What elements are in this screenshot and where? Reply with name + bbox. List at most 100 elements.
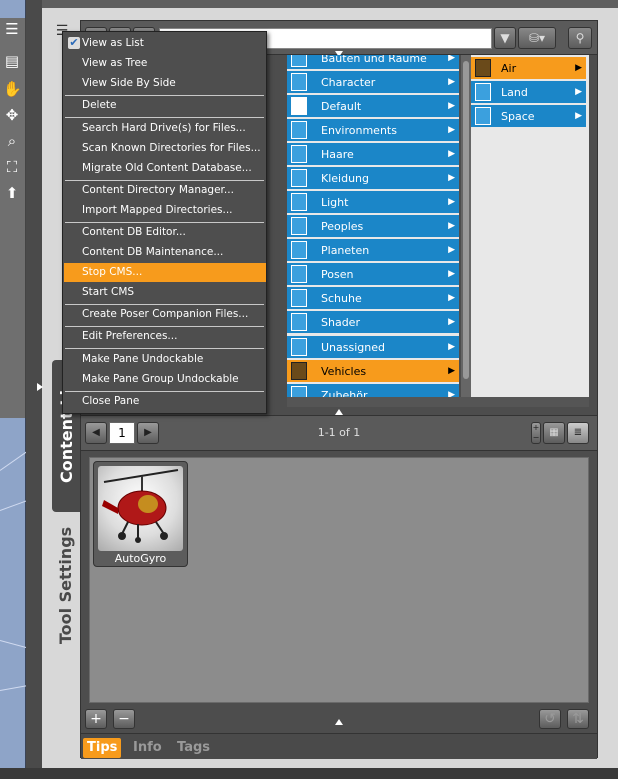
category-item[interactable]: Zubehör ▶ xyxy=(287,384,459,397)
horizontal-scrollbar[interactable] xyxy=(287,397,589,407)
category-item[interactable]: Shader ▶ xyxy=(287,311,459,333)
chat-icon[interactable]: ▤ xyxy=(3,52,21,70)
category-item-selected[interactable]: Vehicles ▶ xyxy=(287,360,459,382)
hand-icon[interactable]: ✋ xyxy=(3,80,22,98)
asset-tile[interactable]: AutoGyro xyxy=(93,461,188,567)
subcategory-item[interactable]: Land ▶ xyxy=(471,81,586,103)
category-item[interactable]: Posen ▶ xyxy=(287,263,459,285)
category-label: Schuhe xyxy=(321,291,362,305)
menu-item-edit-preferences[interactable]: Edit Preferences... xyxy=(64,327,266,346)
menu-separator xyxy=(65,348,264,349)
menu-item-import-mapped-directories[interactable]: Import Mapped Directories... xyxy=(64,201,266,220)
chevron-right-icon: ▶ xyxy=(575,63,582,73)
frame-icon[interactable]: ⛶ xyxy=(3,158,21,176)
chevron-right-icon: ▶ xyxy=(448,245,455,255)
category-item[interactable]: Peoples ▶ xyxy=(287,215,459,237)
add-button[interactable]: + xyxy=(85,709,107,729)
menu-item-migrate-database[interactable]: Migrate Old Content Database... xyxy=(64,159,266,178)
category-label: Default xyxy=(321,99,362,113)
category-scrollbar[interactable] xyxy=(461,55,471,397)
tab-tags[interactable]: Tags xyxy=(173,738,214,758)
menu-item-delete[interactable]: Delete xyxy=(64,96,266,115)
category-label: Posen xyxy=(321,267,354,281)
category-item[interactable]: Kleidung ▶ xyxy=(287,167,459,189)
category-item[interactable]: Default ▶ xyxy=(287,95,459,117)
scrollbar-thumb[interactable] xyxy=(463,61,469,379)
collapse-arrow-icon[interactable] xyxy=(37,383,43,391)
menu-item-view-side-by-side[interactable]: View Side By Side xyxy=(64,74,266,93)
tab-tips[interactable]: Tips xyxy=(83,738,122,758)
autogyro-thumbnail xyxy=(98,466,183,551)
menu-item-label: Migrate Old Content Database... xyxy=(82,162,252,174)
category-label: Shader xyxy=(321,315,360,329)
menu-item-scan-known-directories[interactable]: Scan Known Directories for Files... xyxy=(64,139,266,158)
subcategory-label: Space xyxy=(501,109,535,123)
chevron-right-icon: ▶ xyxy=(448,293,455,303)
menu-item-label: Content DB Editor... xyxy=(82,226,186,238)
menu-item-stop-cms[interactable]: Stop CMS... xyxy=(64,263,266,282)
menu-item-search-hard-drives[interactable]: Search Hard Drive(s) for Files... xyxy=(64,119,266,138)
folder-icon xyxy=(291,338,307,356)
pane-context-menu: ✔ View as List View as Tree View Side By… xyxy=(62,31,267,414)
category-item[interactable]: Haare ▶ xyxy=(287,143,459,165)
remove-button[interactable]: − xyxy=(113,709,135,729)
tab-tool-settings[interactable]: Tool Settings xyxy=(52,520,80,650)
folder-icon xyxy=(291,241,307,259)
menu-item-close-pane[interactable]: Close Pane xyxy=(64,392,266,411)
chevron-right-icon: ▶ xyxy=(448,317,455,327)
search-icon[interactable]: ⚲ xyxy=(568,27,592,49)
move-icon[interactable]: ✥ xyxy=(3,106,21,124)
menu-item-content-db-maintenance[interactable]: Content DB Maintenance... xyxy=(64,243,266,262)
refresh-icon[interactable]: ↺ xyxy=(539,709,561,729)
category-item[interactable]: Unassigned ▶ xyxy=(287,336,459,358)
chevron-right-icon: ▶ xyxy=(448,125,455,135)
category-item[interactable]: Character ▶ xyxy=(287,71,459,93)
menu-item-make-pane-group-undockable[interactable]: Make Pane Group Undockable xyxy=(64,370,266,389)
category-item[interactable]: Environments ▶ xyxy=(287,119,459,141)
arrow-up-icon[interactable]: ⬆ xyxy=(3,184,21,202)
folder-icon xyxy=(475,107,491,125)
folder-icon xyxy=(475,83,491,101)
database-icon[interactable]: ⛁▾ xyxy=(518,27,556,49)
search-dropdown-button[interactable]: ▼ xyxy=(494,27,516,49)
subcategory-label: Air xyxy=(501,61,517,75)
menu-item-start-cms[interactable]: Start CMS xyxy=(64,283,266,302)
splitter-bottom-arrow-icon[interactable] xyxy=(335,719,343,725)
category-item[interactable]: Planeten ▶ xyxy=(287,239,459,261)
grid-view-icon[interactable]: ▦ xyxy=(543,422,565,444)
category-item[interactable]: Bauten und Räume ▶ xyxy=(287,55,459,69)
category-label: Environments xyxy=(321,123,397,137)
list-icon[interactable]: ☰ xyxy=(3,20,21,38)
category-item[interactable]: Schuhe ▶ xyxy=(287,287,459,309)
folder-icon xyxy=(291,362,307,380)
menu-item-label: Stop CMS... xyxy=(82,266,143,278)
menu-item-label: Content DB Maintenance... xyxy=(82,246,224,258)
folder-icon xyxy=(291,193,307,211)
zoom-stepper[interactable]: + − xyxy=(531,422,541,444)
category-item[interactable]: Light ▶ xyxy=(287,191,459,213)
subcategory-item[interactable]: Space ▶ xyxy=(471,105,586,127)
zoom-icon[interactable]: ⌕ xyxy=(3,132,21,150)
menu-item-view-as-list[interactable]: ✔ View as List xyxy=(64,34,266,53)
subcategory-list: Air ▶ Land ▶ Space ▶ xyxy=(471,55,589,397)
tab-info[interactable]: Info xyxy=(129,738,166,758)
menu-item-content-db-editor[interactable]: Content DB Editor... xyxy=(64,223,266,242)
menu-item-label: View as Tree xyxy=(82,57,148,69)
menu-separator xyxy=(65,117,264,118)
chevron-right-icon: ▶ xyxy=(448,390,455,397)
menu-item-label: Make Pane Group Undockable xyxy=(82,373,239,385)
menu-item-label: Close Pane xyxy=(82,395,140,407)
category-label: Unassigned xyxy=(321,340,385,354)
folder-icon xyxy=(291,217,307,235)
subcategory-item-selected[interactable]: Air ▶ xyxy=(471,57,586,79)
menu-item-label: View Side By Side xyxy=(82,77,176,89)
sync-icon[interactable]: ⇅ xyxy=(567,709,589,729)
menu-item-label: Delete xyxy=(82,99,117,111)
menu-item-make-pane-undockable[interactable]: Make Pane Undockable xyxy=(64,350,266,369)
list-view-icon[interactable]: ≣ xyxy=(567,422,589,444)
menu-item-create-poser-companion[interactable]: Create Poser Companion Files... xyxy=(64,305,266,324)
helicopter-image xyxy=(102,469,179,543)
menu-item-content-directory-manager[interactable]: Content Directory Manager... xyxy=(64,181,266,200)
menu-item-view-as-tree[interactable]: View as Tree xyxy=(64,54,266,73)
status-strip xyxy=(0,768,618,779)
